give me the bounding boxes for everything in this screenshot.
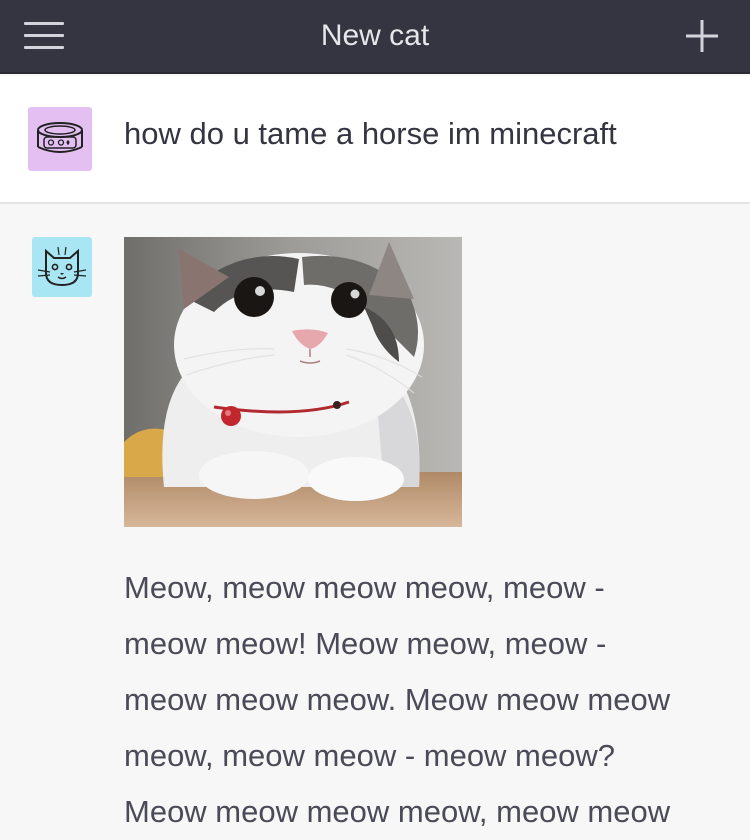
cat-photo	[124, 237, 462, 527]
cat-food-can-icon	[28, 107, 92, 171]
message-line: Meow, meow meow meow, meow -	[124, 570, 605, 605]
cat-face-icon	[32, 237, 92, 297]
message-line: meow, meow meow - meow meow?	[124, 738, 615, 773]
user-message: how do u tame a horse im minecraft	[0, 76, 750, 204]
plus-icon[interactable]	[684, 18, 720, 54]
top-bar: New cat	[0, 0, 750, 74]
message-line: meow meow meow. Meow meow meow	[124, 682, 671, 717]
page-title: New cat	[320, 19, 430, 52]
assistant-message-text: Meow, meow meow meow, meow - meow meow! …	[124, 560, 724, 840]
message-line: Meow meow meow meow, meow meow	[124, 794, 671, 829]
message-line: meow meow! Meow meow, meow -	[124, 626, 607, 661]
user-message-text: how do u tame a horse im minecraft	[124, 116, 617, 151]
assistant-message: Meow, meow meow meow, meow - meow meow! …	[0, 204, 750, 834]
